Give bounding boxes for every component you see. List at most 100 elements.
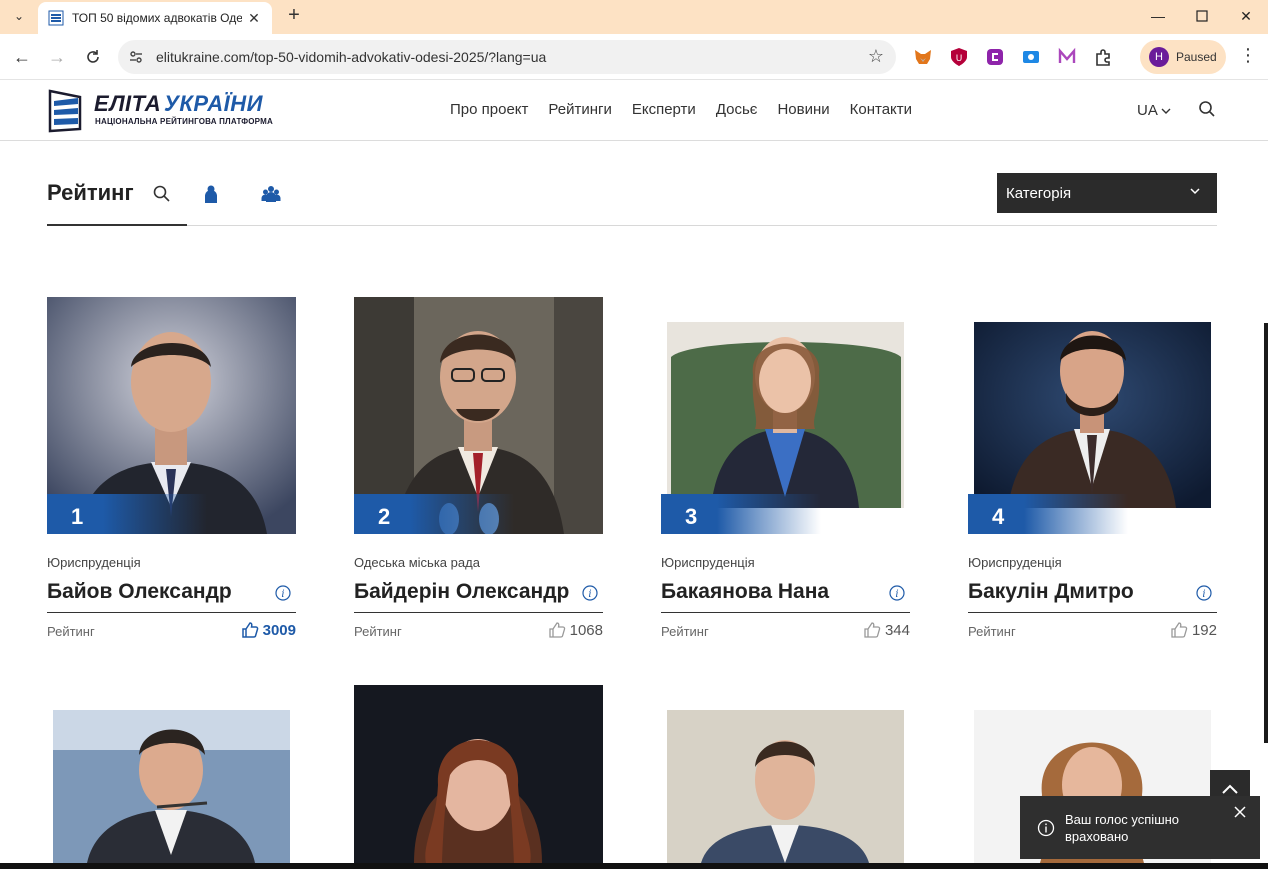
tab-search-button[interactable]: ⌄ xyxy=(6,4,32,28)
m-ext-icon[interactable] xyxy=(1057,47,1077,67)
metamask-icon[interactable] xyxy=(913,47,933,67)
name-divider xyxy=(47,612,296,613)
avatar: H xyxy=(1149,47,1169,67)
person-name[interactable]: Байов Олександр xyxy=(47,580,232,604)
maximize-button[interactable] xyxy=(1182,4,1222,28)
person-name[interactable]: Байдерін Олександр xyxy=(354,580,569,604)
browser-toolbar: ← → elitukraine.com/top-50-vidomih-advok… xyxy=(0,34,1268,80)
portrait-image xyxy=(354,685,603,863)
card-category: Юриспруденція xyxy=(661,555,755,570)
site-info-icon[interactable] xyxy=(128,49,144,65)
person-card[interactable]: 1 Юриспруденція Байов Олександр i Рейтин… xyxy=(47,297,296,639)
nav-news[interactable]: Новини xyxy=(777,101,829,118)
reload-button[interactable] xyxy=(79,43,107,71)
site-favicon-icon xyxy=(48,10,64,26)
rating-label: Рейтинг xyxy=(968,624,1016,639)
person-card[interactable]: 3 Юриспруденція Бакаянова Нана i Рейтинг… xyxy=(661,297,910,639)
card-category: Юриспруденція xyxy=(47,555,141,570)
person-filter-icon[interactable] xyxy=(201,184,221,204)
nav-contacts[interactable]: Контакти xyxy=(850,101,912,118)
info-icon[interactable]: i xyxy=(1196,585,1212,601)
vote-count: 1068 xyxy=(569,621,603,639)
name-divider xyxy=(968,612,1217,613)
forward-button[interactable]: → xyxy=(43,43,71,71)
rank-number: 1 xyxy=(71,504,84,529)
rating-title[interactable]: Рейтинг xyxy=(47,180,134,206)
browser-menu-icon[interactable]: ⋮ xyxy=(1238,45,1258,66)
rating-search-icon[interactable] xyxy=(152,184,172,204)
svg-text:i: i xyxy=(1202,589,1205,600)
nav-experts[interactable]: Експерти xyxy=(632,101,696,118)
language-switcher[interactable]: UA xyxy=(1137,102,1171,119)
close-icon[interactable] xyxy=(1232,804,1248,820)
tab-close-icon[interactable]: ✕ xyxy=(246,10,262,26)
thumbs-up-icon xyxy=(1171,622,1188,638)
portrait-image xyxy=(47,685,296,863)
rating-tab-underline xyxy=(47,224,187,226)
nav-ratings[interactable]: Рейтинги xyxy=(548,101,611,118)
url-text: elitukraine.com/top-50-vidomih-advokativ… xyxy=(156,49,547,65)
vote-button[interactable]: 1068 xyxy=(548,621,603,639)
category-select[interactable]: Категорія xyxy=(997,173,1217,213)
rating-label: Рейтинг xyxy=(47,624,95,639)
nav-about[interactable]: Про проект xyxy=(450,101,528,118)
profile-status: Paused xyxy=(1176,50,1217,64)
search-icon[interactable] xyxy=(1198,100,1216,118)
close-window-button[interactable]: ✕ xyxy=(1226,4,1266,28)
active-tab[interactable]: ТОП 50 відомих адвокатів Оде ✕ xyxy=(38,2,272,34)
browser-tabstrip: ⌄ ТОП 50 відомих адвокатів Оде ✕ + — ✕ xyxy=(0,0,1268,34)
back-button[interactable]: ← xyxy=(8,43,36,71)
person-card[interactable]: 4 Юриспруденція Бакулін Дмитро i Рейтинг… xyxy=(968,297,1217,639)
rating-label: Рейтинг xyxy=(354,624,402,639)
page-scrollbar[interactable] xyxy=(1264,323,1268,743)
new-tab-button[interactable]: + xyxy=(282,4,306,28)
ublock-icon[interactable]: U xyxy=(949,47,969,67)
site-header: ЕЛІТА УКРАЇНИ НАЦІОНАЛЬНА РЕЙТИНГОВА ПЛА… xyxy=(0,81,1268,141)
tab-title: ТОП 50 відомих адвокатів Оде xyxy=(72,11,242,25)
chevron-up-icon xyxy=(1222,784,1238,794)
thumbs-up-icon xyxy=(548,622,565,638)
info-icon[interactable]: i xyxy=(889,585,905,601)
vote-button[interactable]: 3009 xyxy=(241,621,296,639)
puzzle-extensions-icon[interactable] xyxy=(1093,47,1113,67)
person-card[interactable] xyxy=(47,685,296,863)
vote-button[interactable]: 192 xyxy=(1170,621,1217,639)
card-category: Одеська міська рада xyxy=(354,555,480,570)
thumbs-up-icon xyxy=(864,622,881,638)
profile-button[interactable]: H Paused xyxy=(1140,40,1226,74)
svg-text:i: i xyxy=(895,589,898,600)
person-name[interactable]: Бакаянова Нана xyxy=(661,580,829,604)
address-bar[interactable]: elitukraine.com/top-50-vidomih-advokativ… xyxy=(118,40,896,74)
screen-ext-icon[interactable] xyxy=(1021,47,1041,67)
minimize-button[interactable]: — xyxy=(1138,4,1178,28)
info-icon xyxy=(1037,819,1055,837)
logo-mark-icon xyxy=(48,89,82,133)
info-icon[interactable]: i xyxy=(582,585,598,601)
group-filter-icon[interactable] xyxy=(261,184,281,204)
main-nav: Про проект Рейтинги Експерти Досьє Новин… xyxy=(450,101,912,118)
vote-count: 344 xyxy=(884,621,910,639)
person-card[interactable]: 2 Одеська міська рада Байдерін Олександр… xyxy=(354,297,603,639)
info-icon[interactable]: i xyxy=(275,585,291,601)
person-card[interactable] xyxy=(354,685,603,863)
bookmark-star-icon[interactable]: ☆ xyxy=(868,46,884,67)
svg-text:i: i xyxy=(281,589,284,600)
logo-subtitle: НАЦІОНАЛЬНА РЕЙТИНГОВА ПЛАТФОРМА xyxy=(95,117,273,126)
toast-message: Ваш голос успішно враховано xyxy=(1065,812,1180,844)
rank-number: 4 xyxy=(992,504,1005,529)
rating-divider xyxy=(47,225,1217,226)
nav-dossier[interactable]: Досьє xyxy=(716,101,758,118)
portrait-image xyxy=(661,685,910,863)
vote-button[interactable]: 344 xyxy=(863,621,910,639)
rank-number: 3 xyxy=(685,504,698,529)
chevron-down-icon xyxy=(1190,188,1200,195)
person-card[interactable] xyxy=(661,685,910,863)
clipboard-ext-icon[interactable] xyxy=(985,47,1005,67)
card-category: Юриспруденція xyxy=(968,555,1062,570)
name-divider xyxy=(354,612,603,613)
language-label: UA xyxy=(1137,102,1158,119)
rating-label: Рейтинг xyxy=(661,624,709,639)
person-name[interactable]: Бакулін Дмитро xyxy=(968,580,1134,604)
site-logo[interactable]: ЕЛІТА УКРАЇНИ НАЦІОНАЛЬНА РЕЙТИНГОВА ПЛА… xyxy=(46,89,286,133)
thumbs-up-icon xyxy=(241,622,258,638)
